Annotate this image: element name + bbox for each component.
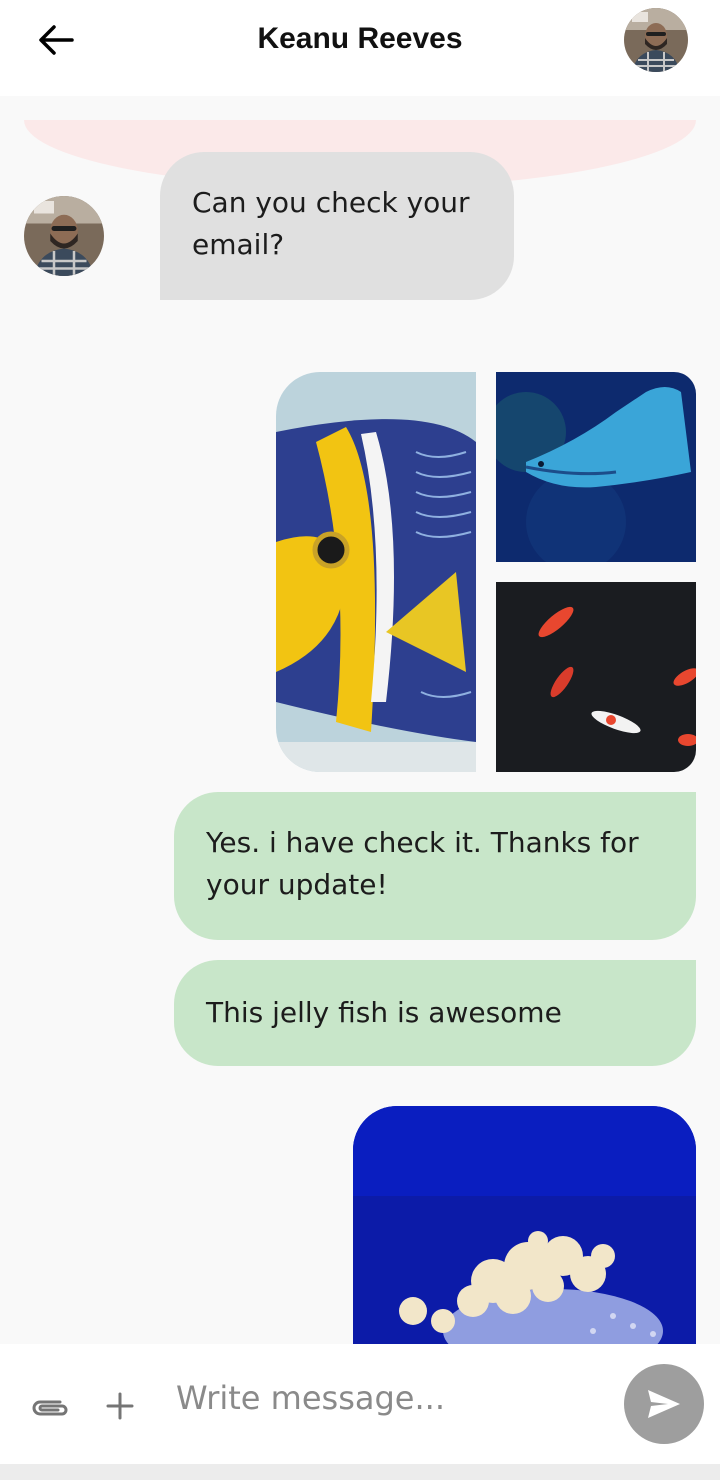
- koi-fish-photo[interactable]: [496, 582, 696, 772]
- attach-button[interactable]: [26, 1384, 74, 1432]
- add-button[interactable]: [96, 1382, 144, 1430]
- contact-avatar[interactable]: [624, 8, 688, 72]
- incoming-message-bubble[interactable]: Can you check your email?: [160, 152, 514, 300]
- fish-photo[interactable]: [276, 372, 476, 772]
- sender-avatar: [24, 196, 104, 276]
- message-input[interactable]: [176, 1368, 606, 1428]
- message-composer: [0, 1344, 720, 1464]
- jellyfish-photo[interactable]: [353, 1106, 696, 1346]
- app-header: Keanu Reeves: [0, 0, 720, 96]
- page-title: Keanu Reeves: [257, 22, 463, 55]
- outgoing-message-bubble[interactable]: Yes. i have check it. Thanks for your up…: [174, 792, 696, 940]
- send-button[interactable]: [624, 1364, 704, 1444]
- outgoing-message-bubble[interactable]: This jelly fish is awesome: [174, 960, 696, 1066]
- system-navigation-bar: [0, 1464, 720, 1480]
- paperclip-icon: [32, 1400, 68, 1416]
- plus-icon: [106, 1392, 134, 1420]
- manta-ray-photo[interactable]: [496, 372, 696, 562]
- send-icon: [648, 1390, 680, 1418]
